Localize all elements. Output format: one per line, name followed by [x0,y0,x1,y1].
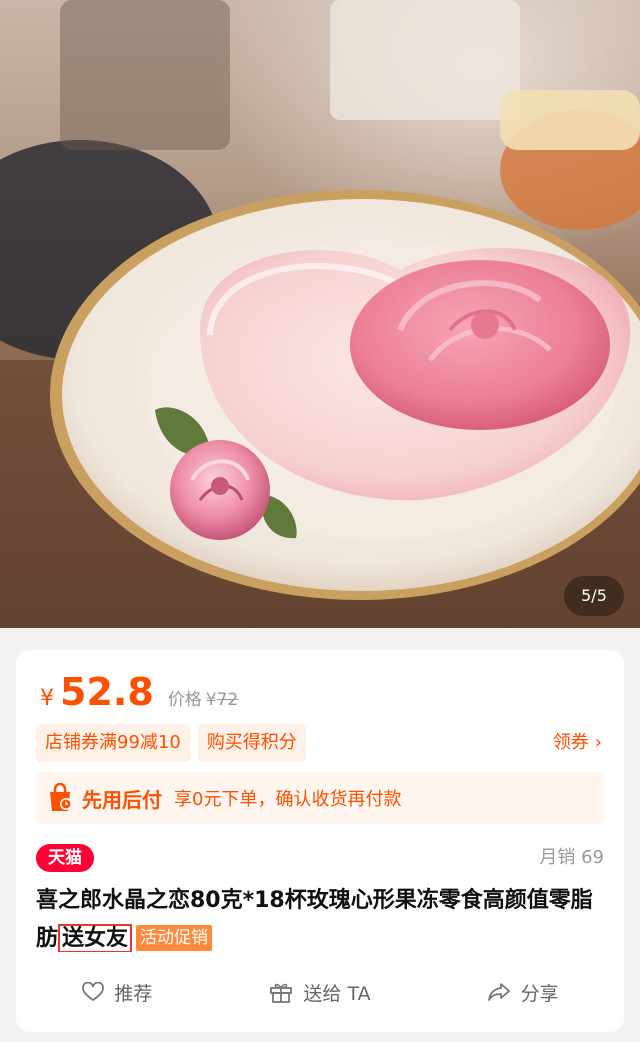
chevron-right-icon: › [594,732,602,753]
claim-coupon-button[interactable]: 领券 › [553,724,602,762]
gift-icon [270,983,293,1003]
pay-later-title: 先用后付 [82,787,162,812]
gift-button[interactable]: 送给 TA [219,979,422,1006]
action-bar: 推荐 送给 TA 分享 [16,952,624,1032]
monthly-sales: 月销 69 [539,847,604,868]
promo-tag: 活动促销 [136,925,213,951]
recommend-label: 推荐 [114,982,153,1005]
share-button[interactable]: 分享 [421,979,624,1006]
image-page-indicator: 5/5 [564,576,624,616]
original-price-currency: ¥ [205,690,217,710]
original-price-value: 72 [216,690,239,710]
heart-icon [82,982,105,1002]
price-label: 价格 [167,690,202,710]
share-icon [487,983,510,1001]
price-row: ¥ 52.8 价格 ¥72 [40,670,238,714]
product-image[interactable]: 5/5 [0,0,640,628]
coupon-points[interactable]: 购买得积分 [197,724,306,762]
product-title-highlight: 送女友 [58,924,133,953]
pay-later-banner[interactable]: 先用后付 享0元下单，确认收货再付款 [36,772,604,824]
product-info-card: ¥ 52.8 价格 ¥72 店铺券满99减10 购买得积分 领券 › 先用后付 享… [16,650,624,953]
claim-coupon-label: 领券 [552,732,589,753]
gift-label: 送给 TA [303,982,371,1005]
pay-later-desc: 享0元下单，确认收货再付款 [174,789,402,810]
jelly-rose-illustration [0,0,640,628]
original-price: ¥72 [206,690,238,710]
coupon-store[interactable]: 店铺券满99减10 [36,724,190,762]
product-detail-page: 5/5 ¥ 52.8 价格 ¥72 店铺券满99减10 购买得积分 领券 › 先用… [0,0,640,1042]
current-price: 52.8 [60,670,154,714]
share-label: 分享 [520,982,559,1005]
coupon-list: 店铺券满99减10 购买得积分 [36,724,314,762]
price-currency: ¥ [40,686,54,711]
tmall-badge: 天猫 [36,844,94,872]
bag-icon [50,783,72,811]
recommend-button[interactable]: 推荐 [16,979,219,1006]
product-title: 喜之郎水晶之恋80克*18杯玫瑰心形果冻零食高颜值零脂肪 送女友 活动促销 [36,882,608,958]
